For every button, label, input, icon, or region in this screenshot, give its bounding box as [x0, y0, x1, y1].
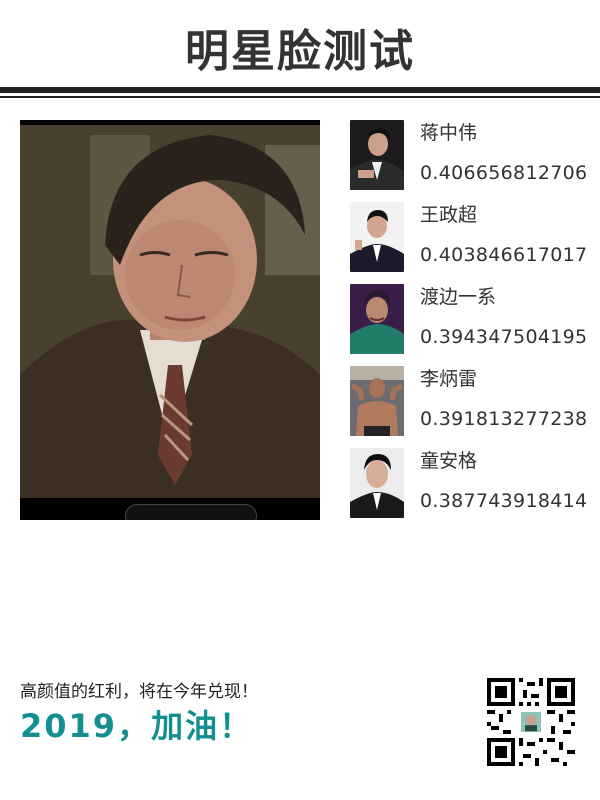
match-name: 李炳雷 [420, 368, 478, 390]
match-thumbnail [350, 120, 404, 190]
match-name: 渡边一系 [420, 286, 497, 308]
match-name: 王政超 [420, 204, 478, 226]
match-item: 李炳雷 0.391813277238 [350, 366, 590, 438]
match-item: 王政超 0.403846617017 [350, 202, 590, 274]
page-title: 明星脸测试 [185, 26, 415, 77]
header-rule-thick [0, 87, 600, 93]
uploaded-photo [20, 120, 320, 520]
match-item: 渡边一系 0.394347504195 [350, 284, 590, 356]
match-thumbnail [350, 366, 404, 436]
slogan-text: 高颜值的红利，将在今年兑现！ [20, 682, 258, 702]
match-score: 0.406656812706 [420, 162, 588, 184]
photo-home-indicator [125, 504, 257, 520]
match-score: 0.403846617017 [420, 244, 588, 266]
match-thumbnail [350, 202, 404, 272]
match-name: 童安格 [420, 450, 478, 472]
match-name: 蒋中伟 [420, 122, 478, 144]
match-thumbnail [350, 284, 404, 354]
match-score: 0.387743918414 [420, 490, 588, 512]
qr-code-icon [487, 678, 575, 766]
header: 明星脸测试 [0, 0, 600, 100]
match-score: 0.391813277238 [420, 408, 588, 430]
match-item: 蒋中伟 0.406656812706 [350, 120, 590, 192]
cheer-text: 2019，加油！ [20, 707, 254, 745]
match-score: 0.394347504195 [420, 326, 588, 348]
header-rule-thin [0, 96, 600, 98]
match-thumbnail [350, 448, 404, 518]
portrait-illustration [20, 125, 320, 498]
match-item: 童安格 0.387743918414 [350, 448, 590, 520]
